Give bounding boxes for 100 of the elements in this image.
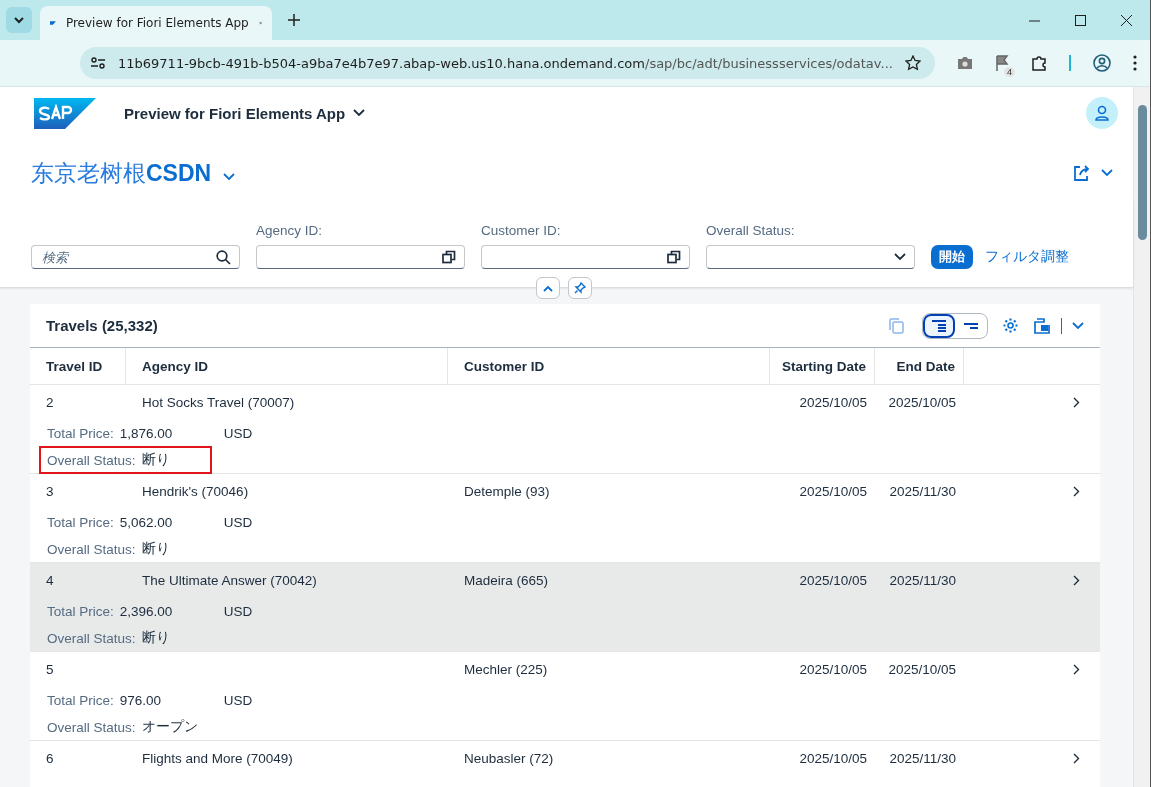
tab-list-button[interactable]	[6, 7, 32, 33]
currency-value: USD	[223, 514, 253, 530]
caret-icon	[223, 172, 236, 181]
maximize-icon[interactable]	[1075, 14, 1086, 26]
adapt-filters-link[interactable]: フィルタ調整	[985, 245, 1069, 269]
table-cell: Mechler (225)	[464, 661, 548, 677]
column-header[interactable]: Customer ID	[448, 348, 770, 384]
table-row[interactable]: 4 The Ultimate Answer (70042) Madeira (665) 2025/10/05 2025/11/30 Total Price: 2,396.00 USD Overall Status: 断り	[30, 563, 1100, 652]
status-value: 断り	[141, 540, 170, 558]
value-help-icon[interactable]	[667, 250, 681, 264]
tab-title: Preview for Fiori Elements App	[65, 16, 249, 30]
currency-value: USD	[223, 425, 253, 441]
table-row[interactable]: 2 Hot Socks Travel (70007) 2025/10/05 2025/10/05 Total Price: 1,876.00 USD Overall Status: 断り	[30, 385, 1100, 474]
filter-label: Customer ID:	[481, 223, 562, 238]
caret-icon	[1101, 169, 1113, 177]
table-row[interactable]: 6 Flights and More (70049) Neubasler (72) 2025/10/05 2025/11/30	[30, 741, 1100, 787]
price-value: 5,062.00	[119, 514, 174, 530]
sap-logo-icon	[50, 18, 56, 28]
address-field[interactable]: 11b69711-9bcb-491b-b504-a9ba7e4b7e97.abap-web.us10.hana.ondemand.com/sap/bc/adt/businessservices/odatav...	[80, 47, 935, 79]
status-select[interactable]	[706, 245, 915, 269]
table-cell: 4	[46, 572, 54, 588]
value-help-field[interactable]	[481, 245, 690, 269]
column-header[interactable]: End Date	[875, 348, 964, 384]
filter-label: Overall Status:	[706, 223, 796, 238]
value-help-icon[interactable]	[442, 250, 456, 264]
dropdown-icon[interactable]	[894, 253, 906, 261]
field-label: Total Price:	[47, 603, 114, 619]
app-title-menu[interactable]: Preview for Fiori Elements App	[124, 104, 366, 122]
list-lines-icon	[963, 322, 979, 329]
chevron-icon[interactable]	[1073, 485, 1080, 497]
user-icon	[1095, 105, 1109, 121]
search-icon[interactable]	[216, 249, 231, 265]
table-cell: Neubasler (72)	[464, 750, 554, 766]
chevron-icon[interactable]	[1073, 396, 1080, 408]
table-cell: 2025/10/05	[799, 394, 867, 410]
table-cell: 2025/11/30	[889, 572, 956, 588]
table-cell: 2	[46, 394, 54, 410]
table-cell: 6	[46, 750, 54, 766]
new-tab-icon[interactable]	[288, 14, 300, 26]
search-field[interactable]: 検索	[31, 245, 240, 269]
column-header[interactable]: Starting Date	[770, 348, 875, 384]
more-icon[interactable]	[1132, 55, 1137, 71]
profile-icon[interactable]	[1092, 54, 1111, 72]
flag-icon[interactable]	[994, 55, 1009, 71]
table-cell: Hot Socks Travel (70007)	[142, 394, 295, 410]
table-cell: 3	[46, 483, 54, 499]
table-cell: 2025/10/05	[888, 394, 956, 410]
field-label: Overall Status:	[47, 630, 136, 646]
column-header[interactable]: Travel ID	[30, 348, 126, 384]
user-avatar-button[interactable]	[1086, 97, 1118, 129]
expand-rows-button[interactable]	[923, 313, 955, 338]
site-settings-icon[interactable]	[90, 56, 106, 70]
chevron-up-icon	[543, 284, 553, 292]
share-icon	[1073, 165, 1091, 181]
value-help-field[interactable]	[256, 245, 465, 269]
field-label: Total Price:	[47, 514, 114, 530]
chevron-icon[interactable]	[1073, 663, 1080, 675]
field-label: Overall Status:	[47, 541, 136, 557]
browser-tab[interactable]: Preview for Fiori Elements App	[40, 6, 272, 40]
go-button[interactable]: 開始	[931, 245, 973, 269]
collapse-header-button[interactable]	[536, 277, 560, 299]
field-label: Total Price:	[47, 692, 114, 708]
chevron-icon[interactable]	[1073, 752, 1080, 764]
table-cell: 2025/11/30	[889, 483, 956, 499]
table-cell: 5	[46, 661, 54, 677]
table-cell: 2025/10/05	[799, 572, 867, 588]
currency-value: USD	[223, 603, 253, 619]
currency-value: USD	[223, 692, 253, 708]
table-cell: 2025/10/05	[888, 661, 956, 677]
filter-label: Agency ID:	[256, 223, 324, 238]
table-cell: 2025/11/30	[889, 750, 956, 766]
chevron-icon[interactable]	[1073, 574, 1080, 586]
sap-logo-icon[interactable]	[34, 97, 96, 129]
column-header[interactable]: Agency ID	[126, 348, 448, 384]
close-icon[interactable]	[1121, 14, 1132, 26]
camera-icon[interactable]	[956, 56, 973, 70]
table-cell: 2025/10/05	[799, 750, 867, 766]
table-cell: Hendrik's (70046)	[142, 483, 249, 499]
status-value: オープン	[141, 718, 198, 736]
export-icon[interactable]	[1033, 317, 1051, 334]
scrollbar[interactable]	[1133, 87, 1150, 787]
table-row[interactable]: 5 Mechler (225) 2025/10/05 2025/10/05 Total Price: 976.00 USD Overall Status: オープン	[30, 652, 1100, 741]
puzzle-icon[interactable]	[1030, 55, 1047, 71]
field-label: Overall Status:	[47, 452, 136, 468]
pin-icon	[574, 282, 586, 294]
table-cell: 2025/10/05	[799, 661, 867, 677]
field-label: Total Price:	[47, 425, 114, 441]
price-value: 976.00	[119, 692, 163, 708]
table-cell: Flights and More (70049)	[142, 750, 293, 766]
table-cell: Madeira (665)	[464, 572, 549, 588]
field-label: Overall Status:	[47, 719, 136, 735]
status-value: 断り	[141, 451, 170, 469]
search-input[interactable]: 検索	[40, 248, 216, 266]
caret-icon	[13, 14, 25, 26]
caret-icon	[353, 109, 366, 117]
table-cell: 2025/10/05	[799, 483, 867, 499]
settings-icon[interactable]	[1002, 317, 1019, 334]
star-icon[interactable]	[904, 55, 921, 71]
variant-title[interactable]: 东京老树根CSDN	[31, 157, 236, 189]
pin-header-button[interactable]	[568, 277, 592, 299]
